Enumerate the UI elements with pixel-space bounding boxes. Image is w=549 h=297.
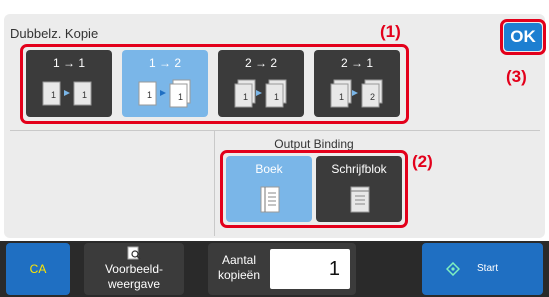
mode-label: 1 → 2 [148,56,181,70]
binding-label: Schrijfblok [331,162,387,176]
preview-label-line1: Voorbeeld- [104,262,164,276]
ok-button[interactable]: OK [504,23,542,51]
preview-icon [127,246,141,260]
single-to-duplex-icon: 1 1 [138,79,191,108]
duplex-to-duplex-icon: 1 1 [234,79,287,108]
svg-text:1: 1 [147,90,152,100]
binding-book-button[interactable]: Boek [226,156,312,222]
copy-duplex-screen: Dubbelz. Kopie (1) (2) (3) 1 → 1 1 1 1 →… [0,0,549,297]
svg-text:2: 2 [370,92,375,102]
tablet-binding-icon [350,186,370,213]
start-button[interactable]: Start [422,243,543,295]
single-to-single-icon: 1 1 [42,81,92,106]
svg-text:1: 1 [243,92,248,102]
page-title: Dubbelz. Kopie [10,26,99,41]
svg-text:1: 1 [178,92,183,102]
mode-label: 2 → 1 [340,56,373,70]
start-label: Start [477,263,499,274]
duplex-to-single-icon: 1 2 [330,79,383,108]
output-binding-label: Output Binding [274,137,354,151]
mode-label: 1 → 1 [52,56,85,70]
preview-label-line2: weergave [107,277,161,291]
mode-1-to-1-button[interactable]: 1 → 1 1 1 [26,50,112,117]
copies-label: Aantal kopieën [212,253,266,283]
binding-tablet-button[interactable]: Schrijfblok [316,156,402,222]
copies-input[interactable]: 1 [270,249,350,289]
clear-all-button[interactable]: CA [6,243,70,295]
start-icon [446,262,460,276]
svg-text:1: 1 [339,92,344,102]
mode-1-to-2-button[interactable]: 1 → 2 1 1 [122,50,208,117]
copies-label-line1: Aantal [221,253,257,267]
callout-3: (3) [506,67,527,86]
svg-text:1: 1 [274,92,279,102]
svg-text:1: 1 [82,90,87,100]
copies-label-line2: kopieën [217,268,261,282]
mode-2-to-1-button[interactable]: 2 → 1 1 2 [314,50,400,117]
callout-1: (1) [380,22,401,41]
mode-label: 2 → 2 [244,56,277,70]
book-binding-icon [260,186,280,213]
svg-text:1: 1 [51,90,56,100]
callout-2: (2) [412,152,433,171]
preview-button[interactable]: Voorbeeld- weergave [84,243,184,295]
binding-label: Boek [255,162,283,176]
mode-2-to-2-button[interactable]: 2 → 2 1 1 [218,50,304,117]
section-divider [10,130,540,131]
